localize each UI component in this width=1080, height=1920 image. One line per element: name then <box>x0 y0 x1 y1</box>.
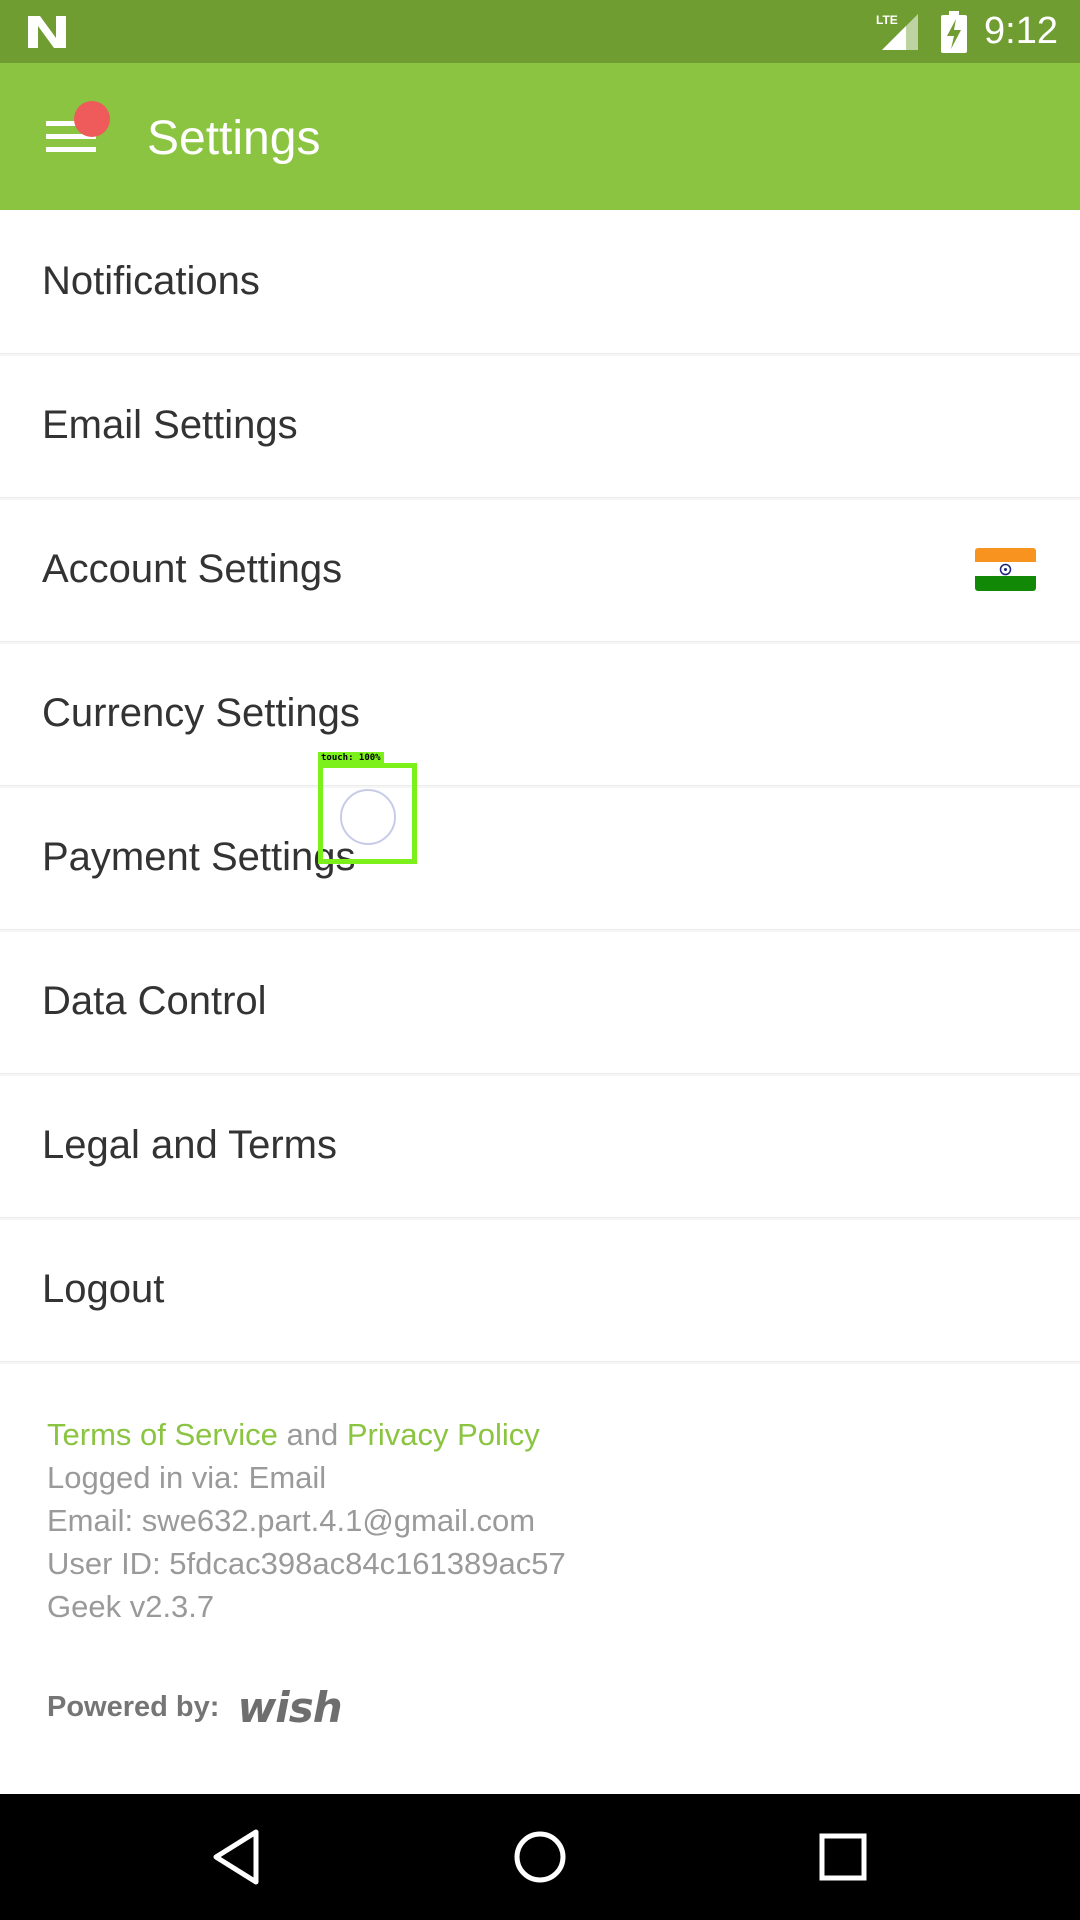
settings-item-label: Currency Settings <box>42 691 360 735</box>
touch-point-icon <box>340 789 396 845</box>
settings-item-label: Data Control <box>42 979 267 1023</box>
settings-item-label: Legal and Terms <box>42 1123 337 1167</box>
legal-links-line: Terms of Service and Privacy Policy <box>47 1413 1027 1456</box>
home-icon[interactable] <box>505 1822 575 1892</box>
recents-icon[interactable] <box>808 1822 878 1892</box>
logged-in-via-text: Logged in via: Email <box>47 1460 327 1495</box>
settings-item-label: Logout <box>42 1267 165 1311</box>
settings-item-data-control[interactable]: Data Control <box>0 930 1080 1074</box>
account-info-footer: Terms of Service and Privacy Policy Logg… <box>47 1413 1027 1628</box>
settings-item-notifications[interactable]: Notifications <box>0 210 1080 354</box>
settings-item-account-settings[interactable]: Account Settings <box>0 498 1080 642</box>
settings-item-logout[interactable]: Logout <box>0 1218 1080 1362</box>
n-logo-icon <box>28 16 66 48</box>
lte-label: LTE <box>876 13 898 27</box>
back-icon[interactable] <box>202 1822 272 1892</box>
lte-signal-icon: LTE <box>876 13 918 50</box>
terms-of-service-link[interactable]: Terms of Service <box>47 1417 278 1452</box>
privacy-policy-link[interactable]: Privacy Policy <box>347 1417 540 1452</box>
notification-badge <box>74 101 110 137</box>
system-nav-bar <box>0 1794 1080 1920</box>
page-title: Settings <box>147 112 321 165</box>
status-clock: 9:12 <box>984 10 1058 52</box>
powered-by: Powered by: wish <box>47 1682 343 1733</box>
and-text: and <box>286 1417 339 1452</box>
india-flag-icon <box>975 548 1036 591</box>
email-text: Email: swe632.part.4.1@gmail.com <box>47 1503 536 1538</box>
settings-item-legal-and-terms[interactable]: Legal and Terms <box>0 1074 1080 1218</box>
wish-logo: wish <box>237 1683 343 1733</box>
touch-indicator-label: touch: 100% <box>318 752 384 764</box>
version-text: Geek v2.3.7 <box>47 1589 215 1624</box>
powered-by-label: Powered by: <box>47 1691 220 1723</box>
user-id-text: User ID: 5fdcac398ac84c161389ac57 <box>47 1546 566 1581</box>
app-bar: Settings <box>0 63 1080 210</box>
touch-indicator: touch: 100% <box>318 752 417 864</box>
settings-item-label: Account Settings <box>42 547 343 591</box>
settings-list: Notifications Email Settings Account Set… <box>0 210 1080 1362</box>
settings-item-label: Notifications <box>42 259 260 303</box>
settings-item-email-settings[interactable]: Email Settings <box>0 354 1080 498</box>
settings-item-label: Email Settings <box>42 403 298 447</box>
battery-charging-icon <box>941 11 967 53</box>
settings-item-payment-settings[interactable]: Payment Settings <box>0 786 1080 930</box>
status-bar: LTE 9:12 <box>0 0 1080 63</box>
settings-item-label: Payment Settings <box>42 835 356 879</box>
settings-item-currency-settings[interactable]: Currency Settings <box>0 642 1080 786</box>
